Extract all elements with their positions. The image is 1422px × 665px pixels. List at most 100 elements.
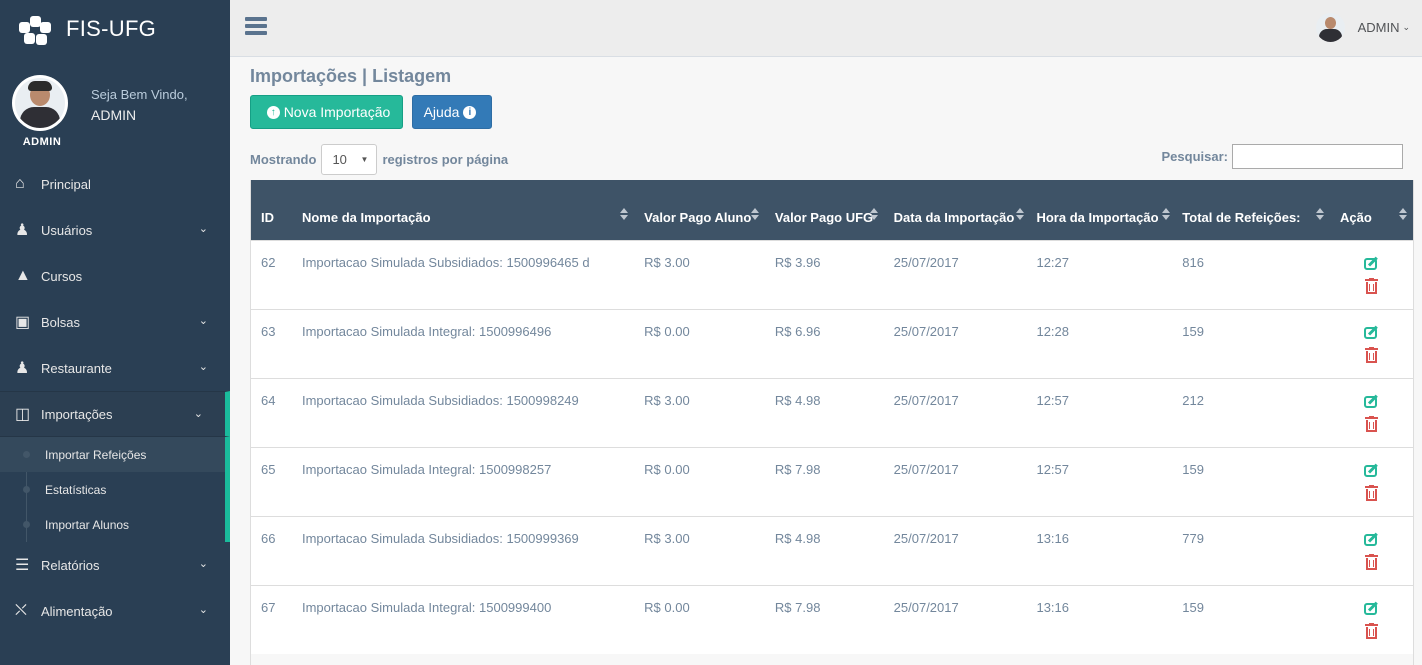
cell-name: Importacao Simulada Integral: 1500999400 [291,584,635,654]
sidebar-item-restaurante[interactable]: ♟ Restaurante ⌄ [0,345,230,391]
cell-valor-aluno: R$ 3.00 [634,515,765,585]
table-row: 64 Importacao Simulada Subsidiados: 15009… [251,377,1413,447]
search-control: Pesquisar: [1162,144,1403,169]
help-label: Ajuda [423,104,460,120]
trash-icon[interactable] [1365,277,1379,294]
cell-hora: 12:57 [1026,446,1173,516]
table-row: 62 Importacao Simulada Subsidiados: 15009… [251,239,1413,309]
cell-actions [1330,515,1413,585]
column-header-valor-aluno[interactable]: Valor Pago Aluno [634,180,765,240]
cell-actions [1330,308,1413,378]
user-icon: ♟ [15,360,30,377]
sidebar: FIS-UFG ADMIN Seja Bem Vindo, ADMIN ⌂ Pr… [0,0,230,665]
cell-total: 779 [1172,515,1331,585]
cell-valor-aluno: R$ 0.00 [634,446,765,516]
column-header-acao[interactable]: Ação [1330,180,1413,240]
trash-icon[interactable] [1365,415,1379,432]
edit-icon[interactable] [1364,255,1379,270]
column-header-data[interactable]: Data da Importação [883,180,1027,240]
cell-name: Importacao Simulada Integral: 1500996496 [291,308,635,378]
info-icon: i [463,105,477,119]
cell-id: 64 [251,377,292,447]
cell-total: 159 [1172,584,1331,654]
imports-table-wrapper: ID Nome da Importação Valor Pago Aluno V… [250,180,1414,665]
cell-actions [1330,239,1413,309]
welcome-text: Seja Bem Vindo, [91,87,188,102]
file-import-icon: ◫ [15,406,31,423]
sort-icon [620,207,629,220]
column-header-valor-ufg[interactable]: Valor Pago UFG [764,180,884,240]
search-label: Pesquisar: [1161,149,1228,164]
chevron-down-icon: ▼ [360,155,369,164]
trash-icon[interactable] [1365,622,1379,639]
edit-icon[interactable] [1364,393,1379,408]
cell-hora: 12:57 [1026,377,1173,447]
column-header-total[interactable]: Total de Refeições: [1172,180,1331,240]
sort-icon [750,207,759,220]
cell-data: 25/07/2017 [883,584,1027,654]
sidebar-item-cursos[interactable]: ▲ Cursos [0,253,230,299]
submenu-item-importar-refeicoes[interactable]: Importar Refeições [0,437,225,472]
sidebar-item-bolsas[interactable]: ▣ Bolsas ⌄ [0,299,230,345]
edit-icon[interactable] [1364,531,1379,546]
cell-valor-ufg: R$ 7.98 [764,446,884,516]
edit-icon[interactable] [1364,324,1379,339]
cell-name: Importacao Simulada Integral: 1500998257 [291,446,635,516]
sidebar-item-importacoes[interactable]: ◫ Importações ⌄ [0,391,230,437]
cell-id: 63 [251,308,292,378]
sidebar-item-alimentacao[interactable]: ⛌ Alimentação ⌄ [0,588,230,634]
search-input[interactable] [1232,144,1403,169]
cell-total: 212 [1172,377,1331,447]
sidebar-item-principal[interactable]: ⌂ Principal [0,161,230,207]
length-prefix: Mostrando [250,152,317,167]
trash-icon[interactable] [1365,484,1379,501]
edit-icon[interactable] [1364,600,1379,615]
user-menu[interactable]: ADMIN ⌄ [1315,13,1410,42]
sidebar-item-usuarios[interactable]: ♟ Usuários ⌄ [0,207,230,253]
graduation-cap-icon: ▲ [15,267,31,284]
page-length-select[interactable]: 10 ▼ [321,144,378,175]
cell-hora: 12:28 [1026,308,1173,378]
column-header-id[interactable]: ID [251,180,292,240]
chevron-down-icon: ⌄ [193,408,203,420]
new-import-button[interactable]: ↑ Nova Importação [250,95,403,129]
submenu-item-estatisticas[interactable]: Estatísticas [0,472,225,507]
chevron-down-icon: ⌄ [1402,22,1410,32]
sidebar-item-label: Alimentação [41,603,113,619]
menu-toggle-icon[interactable] [245,17,267,35]
column-header-name[interactable]: Nome da Importação [291,180,635,240]
profile: ADMIN Seja Bem Vindo, ADMIN [0,57,230,152]
sort-icon [1399,207,1407,220]
cell-total: 816 [1172,239,1331,309]
new-import-label: Nova Importação [283,104,391,120]
brand[interactable]: FIS-UFG [0,0,230,57]
cell-valor-aluno: R$ 0.00 [634,308,765,378]
cell-data: 25/07/2017 [883,515,1027,585]
table-row: 67 Importacao Simulada Integral: 15009994… [251,584,1413,654]
sidebar-item-label: Cursos [41,268,83,284]
cell-total: 159 [1172,308,1331,378]
table-body: 62 Importacao Simulada Subsidiados: 15009… [251,239,1413,654]
column-header-hora[interactable]: Hora da Importação [1026,180,1173,240]
sort-icon [1016,207,1025,220]
home-icon: ⌂ [15,175,25,192]
submenu-item-importar-alunos[interactable]: Importar Alunos [0,507,225,542]
cell-valor-ufg: R$ 3.96 [764,239,884,309]
sidebar-item-relatorios[interactable]: ☰ Relatórios ⌄ [0,542,230,588]
table-header-row: ID Nome da Importação Valor Pago Aluno V… [251,180,1413,240]
cell-hora: 13:16 [1026,584,1173,654]
page-length-value: 10 [332,152,347,167]
cell-valor-ufg: R$ 7.98 [764,584,884,654]
user-icon: ♟ [15,222,30,239]
sort-icon [1162,207,1171,220]
main-content: Importações | Listagem ↑ Nova Importação… [230,57,1422,665]
trash-icon[interactable] [1365,553,1379,570]
trash-icon[interactable] [1365,346,1379,363]
help-button[interactable]: Ajuda i [412,95,492,129]
edit-icon[interactable] [1364,462,1379,477]
avatar [1315,13,1345,42]
sidebar-item-label: Importações [41,406,113,422]
cell-name: Importacao Simulada Subsidiados: 1500998… [291,377,635,447]
cell-valor-aluno: R$ 0.00 [634,584,765,654]
cell-id: 65 [251,446,292,516]
